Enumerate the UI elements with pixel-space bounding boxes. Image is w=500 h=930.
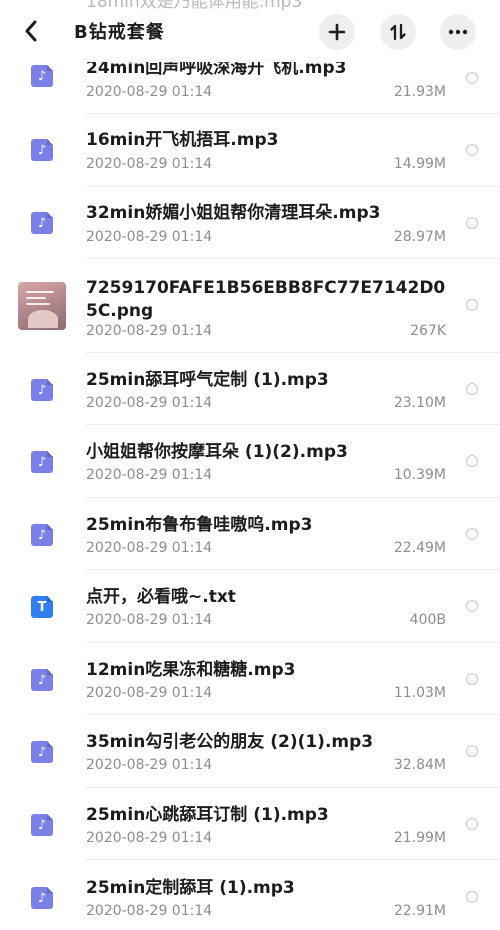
- music-note-icon: ♪: [31, 451, 53, 473]
- file-row[interactable]: ♪ 35min勾引老公的朋友 (2)(1).mp3 2020-08-29 01:…: [0, 715, 500, 788]
- file-size: 23.10M: [393, 395, 446, 411]
- select-circle-icon[interactable]: [466, 673, 478, 685]
- file-size: 10.39M: [393, 467, 446, 483]
- file-date: 2020-08-29 01:14: [86, 540, 213, 556]
- select-circle-icon[interactable]: [466, 455, 478, 467]
- more-button[interactable]: [440, 14, 476, 50]
- file-name: 32min娇媚小姐姐帮你清理耳朵.mp3: [86, 203, 381, 223]
- file-row[interactable]: ♪ 25min布鲁布鲁哇嗷呜.mp3 2020-08-29 01:14 22.4…: [0, 498, 500, 570]
- select-circle-icon[interactable]: [466, 217, 478, 229]
- file-date: 2020-08-29 01:14: [86, 612, 213, 628]
- plus-icon: [328, 23, 346, 41]
- select-circle-icon[interactable]: [466, 745, 478, 757]
- file-date: 2020-08-29 01:14: [86, 395, 213, 411]
- chevron-left-icon: [25, 20, 37, 42]
- file-row[interactable]: ♪ 12min吃果冻和糖糖.mp3 2020-08-29 01:14 11.03…: [0, 643, 500, 715]
- file-name-line-2: 5C.png: [86, 301, 154, 321]
- add-button[interactable]: [319, 14, 355, 50]
- file-size: 400B: [409, 612, 446, 628]
- select-circle-icon[interactable]: [466, 600, 478, 612]
- file-name: 25min定制舔耳 (1).mp3: [86, 878, 295, 898]
- file-row[interactable]: 7259170FAFE1B56EBB8FC77E7142D0 5C.png 20…: [0, 259, 500, 353]
- music-note-icon: ♪: [31, 887, 53, 909]
- file-row[interactable]: ♪ 16min开飞机捂耳.mp3 2020-08-29 01:14 14.99M: [0, 114, 500, 187]
- file-date: 2020-08-29 01:14: [86, 903, 213, 919]
- select-circle-icon[interactable]: [466, 144, 478, 156]
- file-date: 2020-08-29 01:14: [86, 467, 213, 483]
- music-note-icon: ♪: [31, 139, 53, 161]
- file-browser-screen: ♪ 24min回声呼吸深海开飞机.mp3 2020-08-29 01:14 21…: [0, 0, 500, 930]
- select-circle-icon[interactable]: [466, 528, 478, 540]
- file-name: 25min心跳舔耳订制 (1).mp3: [86, 805, 329, 825]
- file-row[interactable]: T 点开，必看哦~.txt 2020-08-29 01:14 400B: [0, 570, 500, 643]
- music-note-icon: ♪: [31, 65, 53, 87]
- file-name: 小姐姐帮你按摩耳朵 (1)(2).mp3: [86, 442, 348, 462]
- sort-button[interactable]: [380, 14, 416, 50]
- file-size: 267K: [410, 323, 446, 339]
- file-size: 22.49M: [393, 540, 446, 556]
- file-date: 2020-08-29 01:14: [86, 84, 213, 100]
- file-name: 25min舔耳呼气定制 (1).mp3: [86, 370, 329, 390]
- file-date: 2020-08-29 01:14: [86, 830, 213, 846]
- file-name: 点开，必看哦~.txt: [86, 587, 236, 607]
- image-thumbnail-icon: [18, 282, 66, 330]
- music-note-icon: ♪: [31, 814, 53, 836]
- select-circle-icon[interactable]: [466, 891, 478, 903]
- music-note-icon: ♪: [31, 669, 53, 691]
- file-size: 21.93M: [393, 84, 446, 100]
- scrolled-item-peek: 18min双是乃能体用能.mp3: [86, 0, 303, 12]
- file-name: 35min勾引老公的朋友 (2)(1).mp3: [86, 732, 374, 752]
- file-size: 21.99M: [393, 830, 446, 846]
- file-date: 2020-08-29 01:14: [86, 323, 213, 339]
- music-note-icon: ♪: [31, 524, 53, 546]
- file-row[interactable]: ♪ 32min娇媚小姐姐帮你清理耳朵.mp3 2020-08-29 01:14 …: [0, 187, 500, 259]
- file-date: 2020-08-29 01:14: [86, 757, 213, 773]
- file-row[interactable]: ♪ 25min心跳舔耳订制 (1).mp3 2020-08-29 01:14 2…: [0, 788, 500, 860]
- file-size: 14.99M: [393, 156, 446, 172]
- select-circle-icon[interactable]: [466, 383, 478, 395]
- page-title: B钻戒套餐: [74, 22, 165, 43]
- file-size: 32.84M: [393, 757, 446, 773]
- file-row[interactable]: ♪ 小姐姐帮你按摩耳朵 (1)(2).mp3 2020-08-29 01:14 …: [0, 425, 500, 498]
- select-circle-icon[interactable]: [466, 299, 478, 311]
- back-button[interactable]: [16, 16, 46, 46]
- file-name: 25min布鲁布鲁哇嗷呜.mp3: [86, 515, 313, 535]
- file-row[interactable]: ♪ 25min定制舔耳 (1).mp3 2020-08-29 01:14 22.…: [0, 860, 500, 930]
- file-size: 22.91M: [393, 903, 446, 919]
- file-name-line-1: 7259170FAFE1B56EBB8FC77E7142D0: [86, 278, 446, 298]
- file-date: 2020-08-29 01:14: [86, 229, 213, 245]
- file-name: 16min开飞机捂耳.mp3: [86, 130, 279, 150]
- top-nav-bar: 18min双是乃能体用能.mp3 B钻戒套餐: [0, 0, 500, 62]
- select-circle-icon[interactable]: [466, 72, 478, 84]
- select-circle-icon[interactable]: [466, 818, 478, 830]
- file-size: 28.97M: [393, 229, 446, 245]
- more-horizontal-icon: [448, 29, 468, 35]
- file-date: 2020-08-29 01:14: [86, 156, 213, 172]
- text-file-icon: T: [31, 596, 53, 618]
- file-name: 12min吃果冻和糖糖.mp3: [86, 660, 296, 680]
- music-note-icon: ♪: [31, 379, 53, 401]
- file-date: 2020-08-29 01:14: [86, 685, 213, 701]
- music-note-icon: ♪: [31, 741, 53, 763]
- sort-icon: [390, 23, 406, 41]
- file-row[interactable]: ♪ 25min舔耳呼气定制 (1).mp3 2020-08-29 01:14 2…: [0, 353, 500, 425]
- file-size: 11.03M: [393, 685, 446, 701]
- music-note-icon: ♪: [31, 212, 53, 234]
